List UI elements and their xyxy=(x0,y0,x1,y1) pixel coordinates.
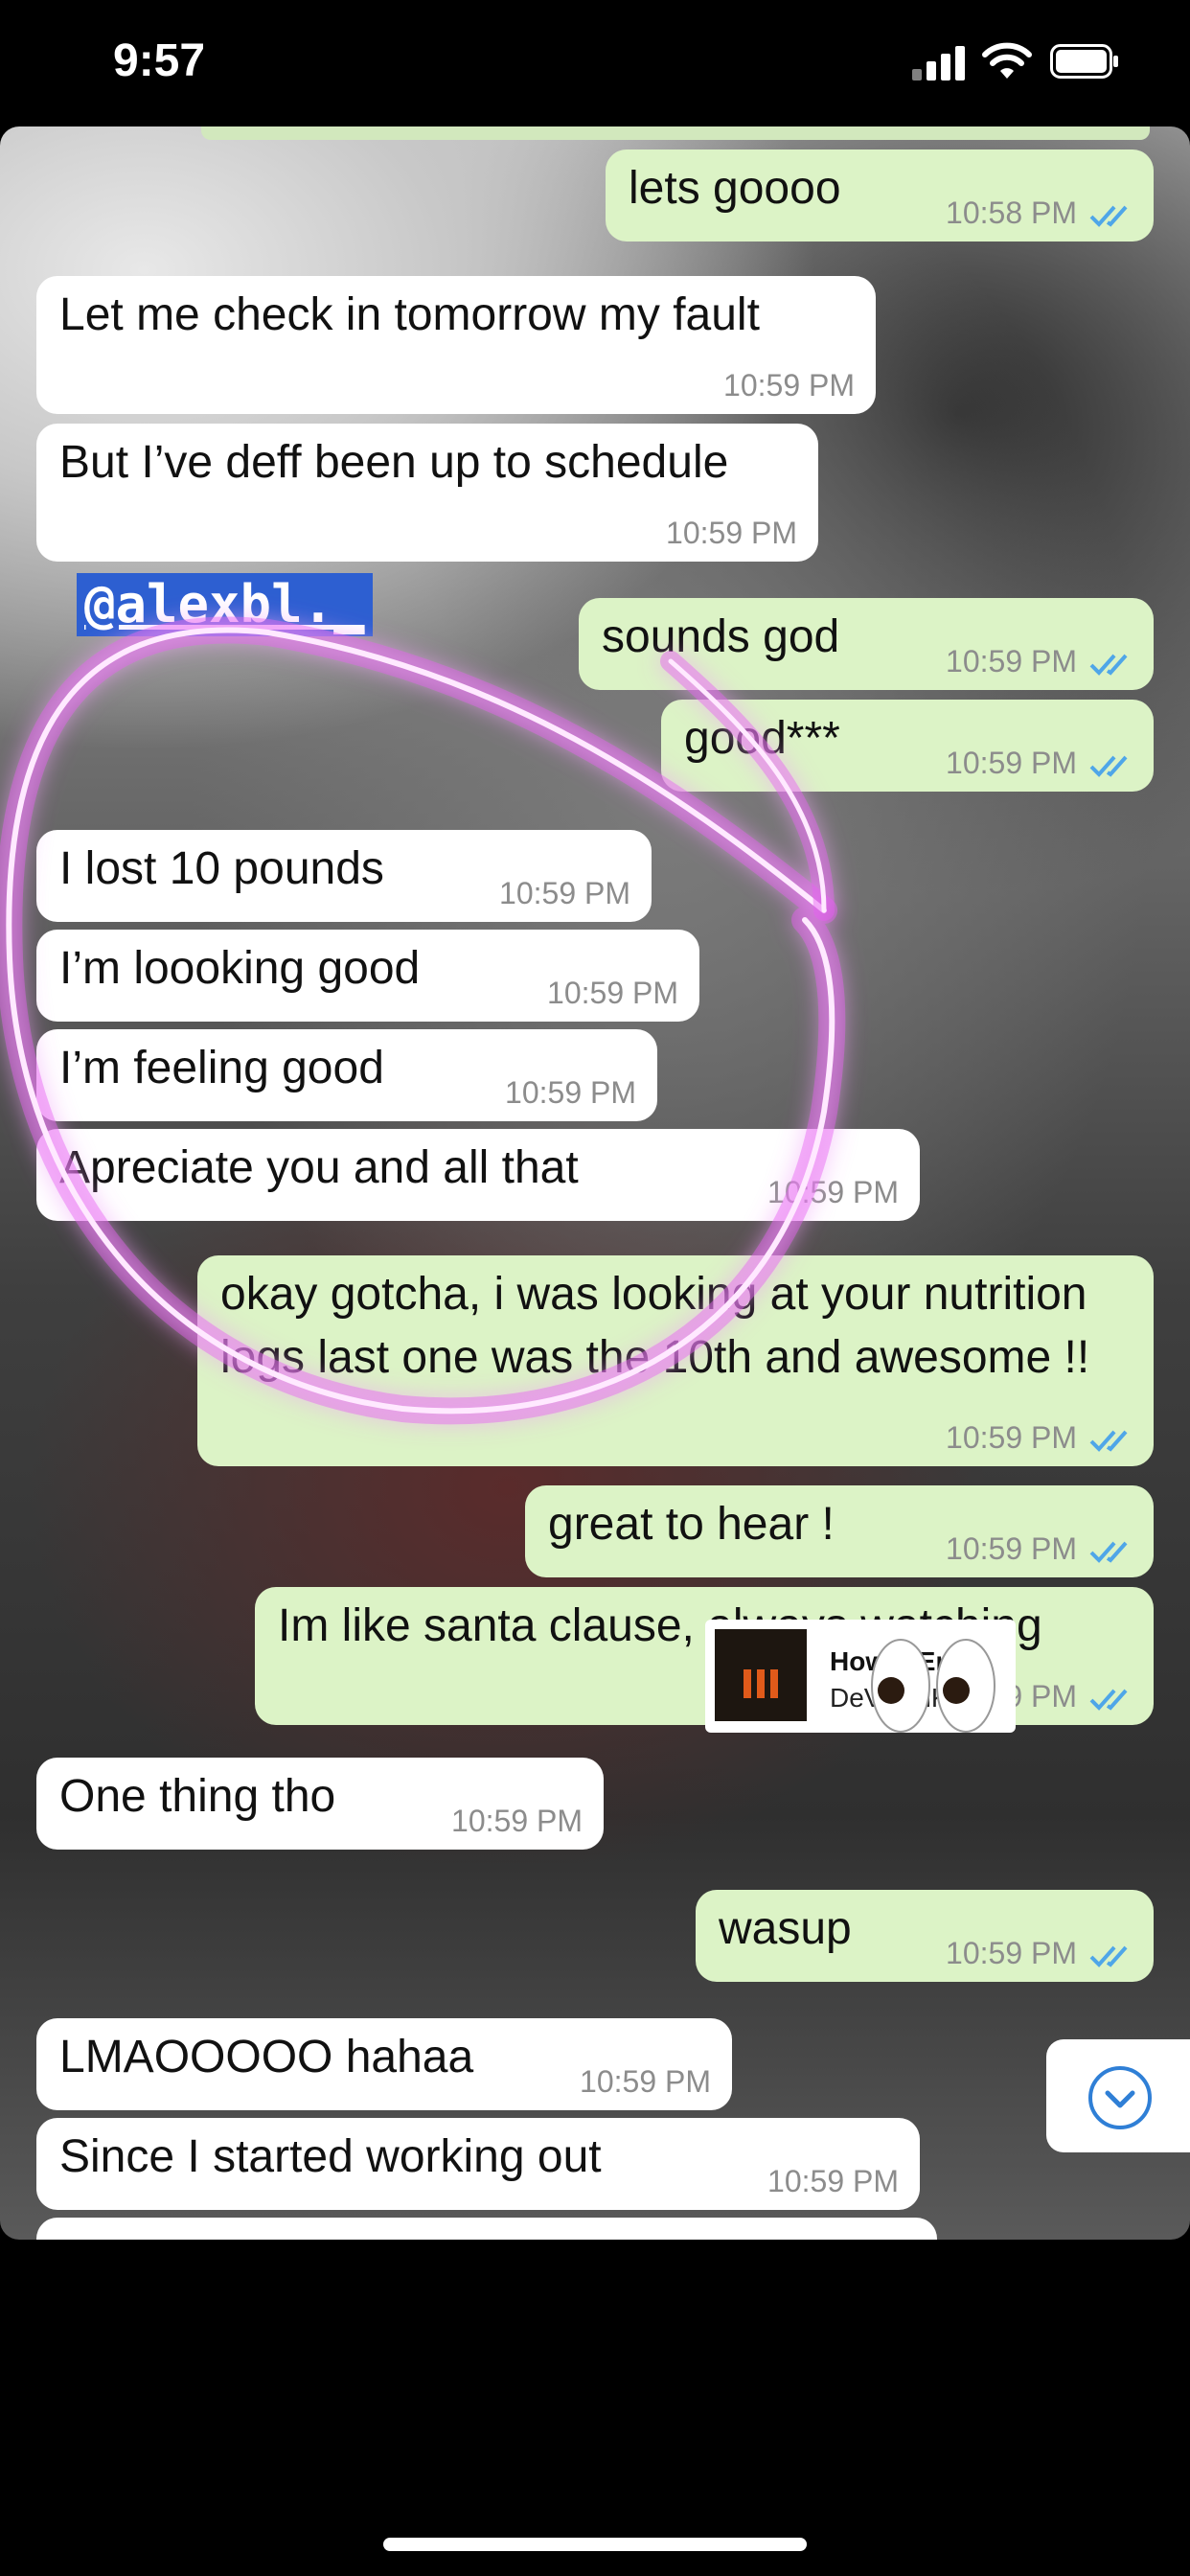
message-bubble: great to hear ! 10:59 PM xyxy=(525,1485,1154,1577)
read-ticks-icon xyxy=(1089,1945,1128,1967)
message-time: 10:59 PM xyxy=(580,2064,711,2099)
scroll-to-bottom-button[interactable] xyxy=(1046,2039,1190,2152)
read-ticks-icon xyxy=(1089,205,1128,227)
status-time: 9:57 xyxy=(113,35,206,86)
message-text: Let me check in tomorrow my fault xyxy=(59,289,760,340)
message-time: 10:59 PM xyxy=(767,2164,899,2198)
message-bubble: okay gotcha, i was looking at your nutri… xyxy=(197,1255,1154,1466)
message-time: 10:59 PM xyxy=(946,1936,1077,1970)
message-bubble: Since I started working out 10:59 PM xyxy=(36,2118,920,2210)
album-art xyxy=(715,1629,807,1721)
partial-message-top xyxy=(201,126,1150,140)
cellular-signal-icon xyxy=(912,46,968,80)
message-text: But I’ve deff been up to schedule xyxy=(59,437,729,488)
message-bubble: Im like santa clause, always watching 10… xyxy=(255,1587,1154,1725)
read-ticks-icon xyxy=(1089,755,1128,777)
message-time: 10:59 PM xyxy=(723,368,855,402)
home-indicator[interactable] xyxy=(383,2538,807,2551)
eyes-emoji-icon xyxy=(871,1639,995,1733)
message-time: 10:59 PM xyxy=(767,1175,899,1209)
message-time: 10:59 PM xyxy=(946,644,1077,678)
message-bubble: LMAOOOOO hahaa 10:59 PM xyxy=(36,2018,732,2110)
read-ticks-icon xyxy=(1089,1430,1128,1452)
wifi-icon xyxy=(982,42,1032,79)
message-bubble: I’m loooking good 10:59 PM xyxy=(36,930,699,1022)
read-ticks-icon xyxy=(1089,1689,1128,1711)
partial-message-bottom xyxy=(36,2218,937,2240)
message-time: 10:59 PM xyxy=(547,976,678,1010)
message-time: 10:58 PM xyxy=(946,196,1077,230)
message-time: 10:59 PM xyxy=(451,1804,583,1838)
message-bubble: I lost 10 pounds 10:59 PM xyxy=(36,830,652,922)
message-bubble: Let me check in tomorrow my fault 10:59 … xyxy=(36,276,876,414)
message-time: 10:59 PM xyxy=(946,1420,1077,1455)
message-bubble: wasup 10:59 PM xyxy=(696,1890,1154,1982)
message-bubble: lets goooo 10:58 PM xyxy=(606,150,1154,242)
message-bubble: sounds god 10:59 PM xyxy=(579,598,1154,690)
read-ticks-icon xyxy=(1089,654,1128,676)
read-ticks-icon xyxy=(1089,1541,1128,1563)
message-time: 10:59 PM xyxy=(946,1531,1077,1566)
message-time: 10:59 PM xyxy=(505,1075,636,1110)
message-bubble: I’m feeling good 10:59 PM xyxy=(36,1029,657,1121)
chat-video: lets goooo 10:58 PM Let me check in tomo… xyxy=(0,126,1190,2240)
status-bar: 9:57 xyxy=(0,0,1190,126)
message-bubble: But I’ve deff been up to schedule 10:59 … xyxy=(36,424,818,562)
message-bubble: One thing tho 10:59 PM xyxy=(36,1758,604,1850)
message-text: okay gotcha, i was looking at your nutri… xyxy=(220,1269,1100,1383)
message-time: 10:59 PM xyxy=(946,746,1077,780)
message-time: 10:59 PM xyxy=(666,516,797,550)
message-bubble: good*** 10:59 PM xyxy=(661,700,1154,792)
battery-icon xyxy=(1050,44,1118,79)
message-time: 10:59 PM xyxy=(499,876,630,910)
chevron-down-circle-icon xyxy=(1088,2066,1152,2129)
message-bubble: Apreciate you and all that 10:59 PM xyxy=(36,1129,920,1221)
mention-sticker: @alexbl._ xyxy=(77,573,373,636)
